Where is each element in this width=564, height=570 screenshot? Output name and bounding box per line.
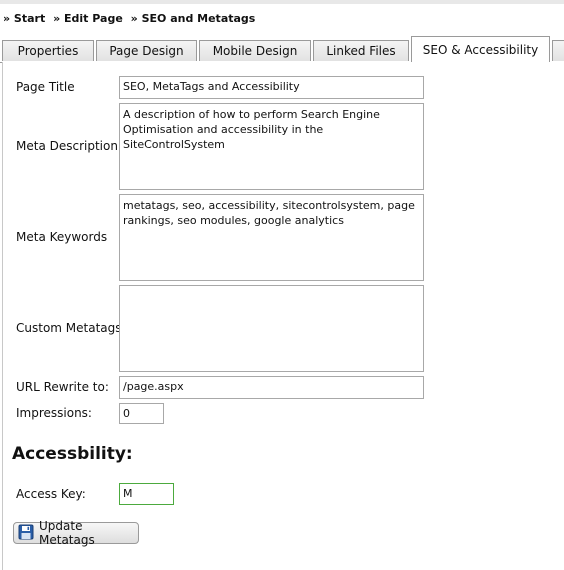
custom-metatags-textarea[interactable] <box>119 285 424 372</box>
tab-seo-accessibility[interactable]: SEO & Accessibility <box>411 36 550 63</box>
tab-page-design[interactable]: Page Design <box>96 40 197 61</box>
update-metatags-label: Update Metatags <box>39 519 95 547</box>
accessibility-heading: Accessbility: <box>12 444 133 464</box>
breadcrumb: » Start » Edit Page » SEO and Metatags <box>3 12 259 25</box>
url-rewrite-input[interactable]: /page.aspx <box>119 376 424 399</box>
page-title-label: Page Title <box>16 80 75 94</box>
breadcrumb-edit-page[interactable]: » Edit Page <box>53 12 123 25</box>
update-metatags-button[interactable]: Update Metatags <box>13 519 139 547</box>
impressions-input[interactable]: 0 <box>119 403 164 424</box>
floppy-disk-icon <box>18 524 39 543</box>
meta-keywords-label: Meta Keywords <box>16 230 108 244</box>
page-title-input[interactable]: SEO, MetaTags and Accessibility <box>119 76 424 99</box>
meta-description-label: Meta Description <box>16 139 118 153</box>
breadcrumb-seo-metatags: » SEO and Metatags <box>130 12 256 25</box>
tab-properties[interactable]: Properties <box>2 40 94 61</box>
tab-overflow[interactable] <box>552 40 564 61</box>
tab-strip: Properties Page Design Mobile Design Lin… <box>0 36 564 63</box>
access-key-input[interactable]: M <box>119 483 174 505</box>
breadcrumb-start[interactable]: » Start <box>3 12 45 25</box>
tab-linked-files[interactable]: Linked Files <box>313 40 409 61</box>
url-rewrite-label: URL Rewrite to: <box>16 380 109 394</box>
top-frame-edge <box>0 0 564 4</box>
access-key-label: Access Key: <box>16 487 86 501</box>
meta-keywords-textarea[interactable]: metatags, seo, accessibility, sitecontro… <box>119 194 424 281</box>
meta-description-textarea[interactable]: A description of how to perform Search E… <box>119 103 424 190</box>
custom-metatags-label: Custom Metatags <box>16 321 122 335</box>
impressions-label: Impressions: <box>16 406 92 420</box>
tab-mobile-design[interactable]: Mobile Design <box>199 40 311 61</box>
